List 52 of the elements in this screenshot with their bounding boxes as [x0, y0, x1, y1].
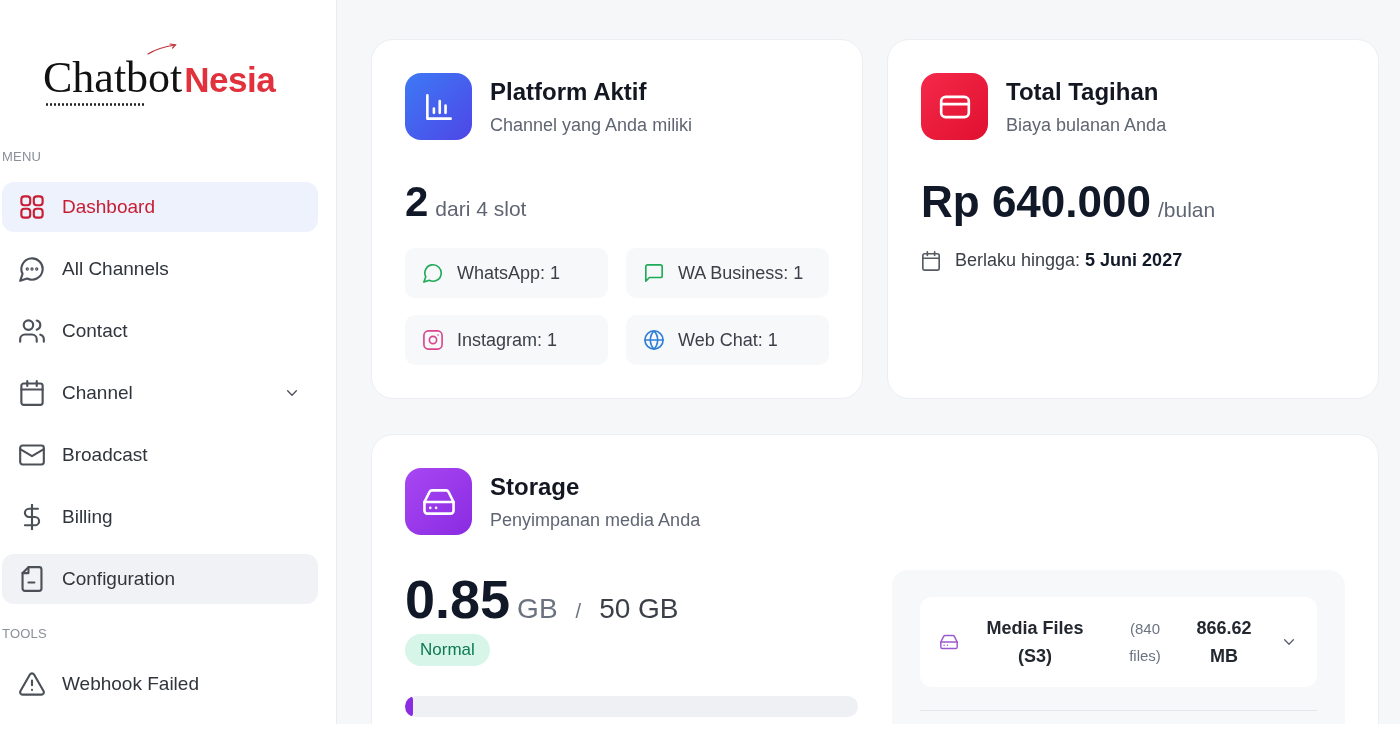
storage-breakdown-row[interactable]: Media Files (S3) (840 files) 866.62 MB	[920, 597, 1317, 687]
channel-stat-label: Web Chat: 1	[678, 329, 778, 351]
calendar-icon	[921, 250, 941, 271]
envelope-icon	[19, 442, 45, 468]
sidebar-item[interactable]: Channel	[2, 368, 318, 418]
card-title: Platform Aktif	[490, 76, 648, 107]
sidebar-item[interactable]: Dashboard	[2, 182, 318, 232]
slot-caption: dari 4 slot	[435, 197, 527, 221]
channel-stat-label: Instagram: 1	[457, 329, 558, 351]
users-icon	[19, 318, 45, 344]
warning-icon	[19, 671, 45, 697]
dotted-line-icon	[45, 103, 145, 106]
sidebar-item[interactable]: Configuration	[2, 554, 318, 604]
card-subtitle: Channel yang Anda miliki	[490, 113, 693, 137]
bar-chart-icon	[405, 73, 472, 140]
billing-period: /bulan	[1157, 198, 1216, 222]
arrow-icon	[147, 43, 177, 55]
credit-card-icon	[921, 73, 988, 140]
section-label: TOOLS	[2, 627, 48, 641]
sidebar-item[interactable]: Contact	[2, 306, 318, 356]
sidebar-item[interactable]: Billing	[2, 492, 318, 542]
document-icon	[19, 566, 45, 592]
file-count: (840 files)	[1128, 619, 1162, 666]
storage-total: 50 GB	[599, 593, 679, 625]
storage-used-unit: GB	[517, 593, 558, 625]
card-subtitle: Biaya bulanan Anda	[1006, 113, 1167, 137]
sidebar-item[interactable]: Webhook Failed	[2, 659, 318, 709]
channel-stat-label: WhatsApp: 1	[457, 262, 561, 284]
globe-icon	[644, 330, 664, 350]
card-title: Storage	[490, 471, 581, 502]
storage-used: 0.85	[405, 570, 511, 628]
storage-separator: /	[575, 600, 582, 623]
file-size: 866.62 MB	[1195, 617, 1253, 668]
billing-amount: Rp 640.000	[921, 178, 1151, 226]
channel-stat-label: WA Business: 1	[678, 262, 804, 284]
sidebar-item[interactable]: Broadcast	[2, 430, 318, 480]
logo: ChatbotNesia	[43, 56, 276, 102]
card-subtitle: Penyimpanan media Anda	[490, 508, 701, 532]
sidebar-item[interactable]: All Channels	[2, 244, 318, 294]
camera-icon	[423, 330, 443, 350]
slot-count: 2	[405, 178, 429, 226]
grid-icon	[19, 194, 45, 220]
section-label: MENU	[2, 150, 43, 164]
card-title: Total Tagihan	[1006, 76, 1160, 107]
status-badge: Normal	[405, 634, 490, 666]
validity-text: Berlaku hingga: 5 Juni 2027	[955, 250, 1183, 271]
chat-bubble-icon	[19, 256, 45, 282]
calendar-icon	[19, 380, 45, 406]
file-group-name: Media Files (S3)	[985, 617, 1085, 668]
chat-bubble-icon	[423, 263, 443, 283]
hard-drive-icon	[405, 468, 472, 535]
hard-drive-icon	[940, 633, 958, 651]
